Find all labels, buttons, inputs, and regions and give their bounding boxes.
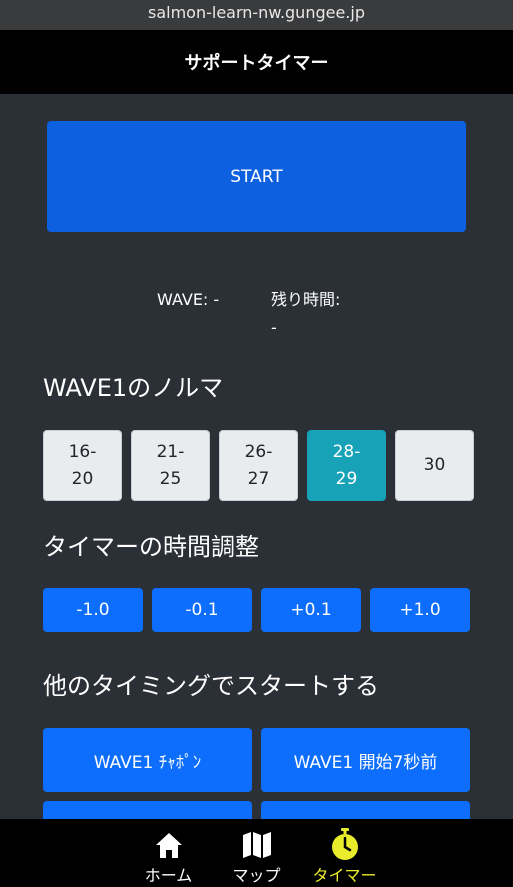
start-button[interactable]: START [47,121,466,232]
stopwatch-icon [329,827,361,863]
remaining-time-label: 残り時間: [271,290,341,309]
norma-option-21-25[interactable]: 21- 25 [131,430,210,501]
remaining-time: 残り時間: - [271,286,381,342]
norma-heading: WAVE1のノルマ [43,374,224,402]
nav-map[interactable]: マップ [213,819,301,887]
adjust-plus-0-1-button[interactable]: +0.1 [261,588,361,632]
norma-option-28-29[interactable]: 28- 29 [307,430,386,501]
page-title: サポートタイマー [0,30,513,94]
adjust-minus-0-1-button[interactable]: -0.1 [152,588,252,632]
nav-home[interactable]: ホーム [125,819,213,887]
url-bar[interactable]: salmon-learn-nw.gungee.jp [0,0,513,30]
other-start-heading: 他のタイミングでスタートする [43,672,379,700]
adjust-heading: タイマーの時間調整 [43,533,259,561]
norma-options: 16- 20 21- 25 26- 27 28- 29 30 [43,430,474,501]
wave-indicator: WAVE: - [157,290,220,309]
map-icon [241,827,273,863]
norma-option-30[interactable]: 30 [395,430,474,501]
adjust-minus-1-button[interactable]: -1.0 [43,588,143,632]
nav-home-label: ホーム [144,866,193,885]
remaining-time-value: - [271,318,277,337]
norma-option-26-27[interactable]: 26- 27 [219,430,298,501]
start-wave1-7sec-before-button[interactable]: WAVE1 開始7秒前 [261,728,470,792]
nav-timer[interactable]: タイマー [301,819,389,887]
nav-timer-label: タイマー [312,866,377,885]
bottom-nav: ホーム マップ タイマー [0,819,513,887]
nav-map-label: マップ [232,866,281,885]
start-wave1-chapon-button[interactable]: WAVE1 ﾁｬﾎﾟﾝ [43,728,252,792]
adjust-plus-1-button[interactable]: +1.0 [370,588,470,632]
norma-option-16-20[interactable]: 16- 20 [43,430,122,501]
adjust-buttons: -1.0 -0.1 +0.1 +1.0 [43,588,470,632]
home-icon [154,827,184,863]
